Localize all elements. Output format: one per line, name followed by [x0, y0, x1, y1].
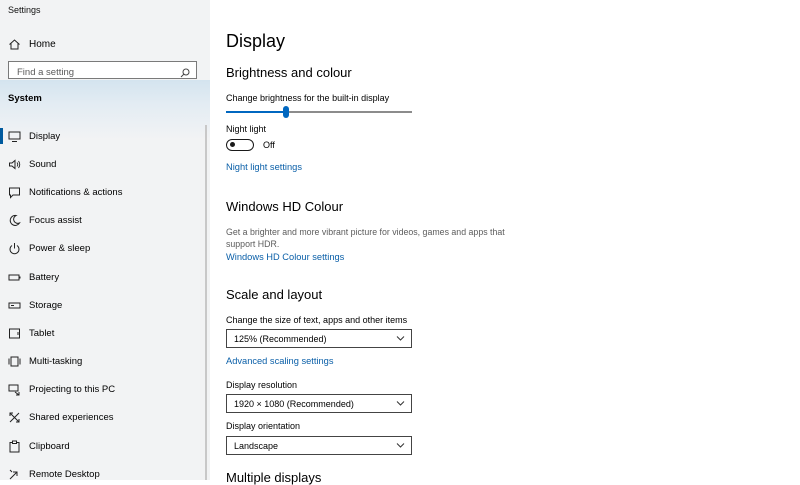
toggle-knob — [230, 142, 235, 147]
sidebar-item-power-sleep[interactable]: Power & sleep — [0, 235, 210, 263]
clipboard-icon — [8, 440, 21, 453]
sidebar-nav: Display Sound Notifications & actions Fo… — [0, 122, 210, 480]
page-title: Display — [226, 31, 286, 51]
night-light-settings-link[interactable]: Night light settings — [226, 162, 302, 172]
power-icon — [8, 242, 21, 255]
hdr-settings-link[interactable]: Windows HD Colour settings — [226, 252, 344, 262]
sidebar-item-label: Notifications & actions — [29, 186, 123, 198]
remote-icon — [8, 468, 21, 480]
search-icon[interactable] — [180, 65, 190, 78]
chevron-down-icon — [396, 399, 405, 407]
storage-icon — [8, 299, 21, 312]
sidebar-item-multitasking[interactable]: Multi-tasking — [0, 348, 210, 376]
sidebar-item-label: Remote Desktop — [29, 468, 100, 480]
resolution-label: Display resolution — [226, 380, 298, 390]
sidebar-item-storage[interactable]: Storage — [0, 291, 210, 319]
chevron-down-icon — [396, 334, 405, 342]
sidebar-item-label: Display — [29, 130, 61, 142]
sidebar-item-label: Shared experiences — [29, 412, 114, 424]
sidebar-item-label: Power & sleep — [29, 243, 91, 255]
tablet-icon — [8, 327, 21, 340]
search-box[interactable] — [8, 61, 197, 81]
notification-icon — [8, 186, 21, 199]
speaker-icon — [8, 158, 21, 171]
home-button[interactable]: Home — [8, 36, 56, 52]
brightness-label: Change brightness for the built-in displ… — [226, 93, 390, 103]
chevron-down-icon — [396, 441, 405, 449]
orientation-dropdown[interactable]: Landscape — [226, 436, 412, 455]
night-light-state: Off — [263, 140, 275, 150]
sidebar-item-tablet[interactable]: Tablet — [0, 319, 210, 347]
night-light-toggle[interactable] — [226, 139, 254, 151]
battery-icon — [8, 271, 21, 284]
sidebar-item-focus-assist[interactable]: Focus assist — [0, 207, 210, 235]
sidebar-item-label: Sound — [29, 158, 57, 170]
advanced-scaling-link[interactable]: Advanced scaling settings — [226, 356, 334, 366]
brightness-slider[interactable] — [226, 106, 412, 118]
sidebar-scrollbar[interactable] — [205, 125, 207, 480]
active-indicator — [0, 128, 3, 144]
sidebar-item-label: Tablet — [29, 327, 55, 339]
sidebar-item-label: Battery — [29, 271, 60, 283]
sidebar: Settings Home System Display Sound — [0, 0, 210, 480]
resolution-dropdown-value: 1920 × 1080 (Recommended) — [234, 398, 354, 409]
moon-icon — [8, 214, 21, 227]
night-light-label: Night light — [226, 124, 267, 134]
section-heading-brightness: Brightness and colour — [226, 65, 352, 80]
sidebar-item-shared-experiences[interactable]: Shared experiences — [0, 404, 210, 432]
sidebar-item-remote-desktop[interactable]: Remote Desktop — [0, 460, 210, 480]
projector-icon — [8, 383, 21, 396]
scale-dropdown[interactable]: 125% (Recommended) — [226, 329, 412, 348]
sidebar-item-display[interactable]: Display — [0, 122, 210, 150]
home-label: Home — [29, 38, 56, 50]
home-icon — [8, 38, 21, 51]
sidebar-item-label: Projecting to this PC — [29, 384, 116, 396]
search-input[interactable] — [9, 64, 177, 81]
section-heading-hdr: Windows HD Colour — [226, 199, 344, 214]
monitor-icon — [8, 130, 21, 143]
sidebar-item-label: Clipboard — [29, 440, 70, 452]
sidebar-item-label: Storage — [29, 299, 63, 311]
sidebar-item-projecting[interactable]: Projecting to this PC — [0, 376, 210, 404]
sidebar-item-label: Multi-tasking — [29, 356, 83, 368]
sidebar-item-clipboard[interactable]: Clipboard — [0, 432, 210, 460]
sidebar-item-sound[interactable]: Sound — [0, 150, 210, 178]
sidebar-item-label: Focus assist — [29, 215, 82, 227]
group-label-system: System — [8, 93, 42, 104]
multitasking-icon — [8, 355, 21, 368]
slider-fill — [226, 111, 286, 113]
resolution-dropdown[interactable]: 1920 × 1080 (Recommended) — [226, 394, 412, 413]
hdr-description: Get a brighter and more vibrant picture … — [226, 227, 505, 249]
section-heading-scale: Scale and layout — [226, 287, 323, 302]
app-title: Settings — [8, 5, 41, 15]
section-heading-multiple-displays: Multiple displays — [226, 470, 322, 485]
shared-icon — [8, 411, 21, 424]
orientation-label: Display orientation — [226, 421, 301, 431]
slider-thumb[interactable] — [282, 106, 289, 118]
main-content: Display Brightness and colour Change bri… — [226, 0, 786, 485]
sidebar-item-notifications[interactable]: Notifications & actions — [0, 178, 210, 206]
orientation-dropdown-value: Landscape — [234, 440, 279, 451]
sidebar-item-battery[interactable]: Battery — [0, 263, 210, 291]
scale-dropdown-value: 125% (Recommended) — [234, 333, 327, 344]
scale-size-label: Change the size of text, apps and other … — [226, 315, 408, 325]
